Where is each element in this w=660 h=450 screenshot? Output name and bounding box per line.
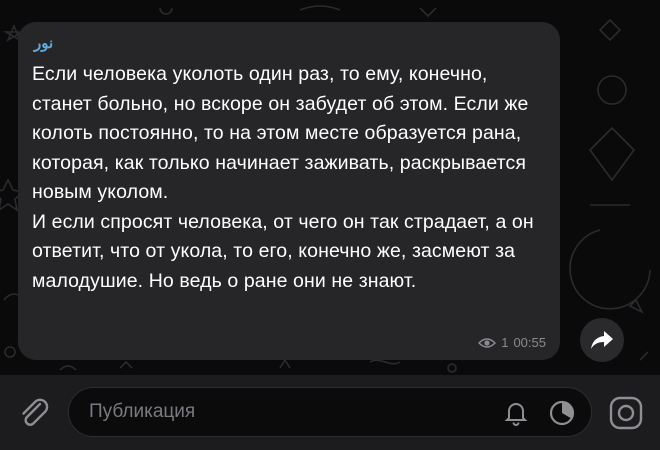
message-meta: 1 00:55 bbox=[478, 335, 546, 350]
message-input[interactable]: Публикация bbox=[68, 387, 592, 437]
message-time: 00:55 bbox=[513, 335, 546, 350]
message-paragraph: Если человека уколоть один раз, то ему, … bbox=[32, 63, 529, 203]
paperclip-icon[interactable] bbox=[16, 395, 52, 431]
input-placeholder: Публикация bbox=[89, 401, 196, 422]
share-arrow-icon bbox=[591, 331, 613, 349]
share-button[interactable] bbox=[580, 318, 624, 362]
timer-icon[interactable] bbox=[547, 398, 577, 428]
view-count: 1 bbox=[501, 335, 509, 350]
composer-bar: Публикация bbox=[0, 375, 660, 450]
message-text: Если человека уколоть один раз, то ему, … bbox=[32, 60, 552, 296]
bell-icon[interactable] bbox=[501, 398, 531, 428]
eye-icon bbox=[478, 337, 497, 348]
message-bubble[interactable]: نور Если человека уколоть один раз, то е… bbox=[18, 22, 560, 360]
message-paragraph: И если спросят человека, от чего он так … bbox=[32, 210, 534, 292]
sender-name[interactable]: نور bbox=[34, 34, 53, 52]
camera-icon[interactable] bbox=[606, 393, 646, 433]
